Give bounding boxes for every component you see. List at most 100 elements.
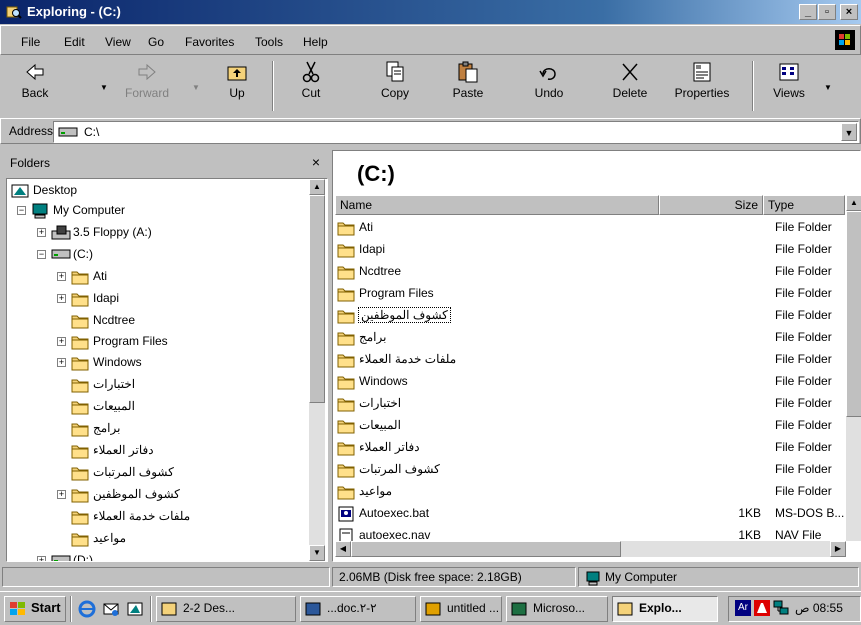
scroll-up-button[interactable]: ▲ — [846, 195, 861, 211]
keyboard-language-icon[interactable]: Ar — [735, 600, 751, 616]
list-item[interactable]: كشوف المرتبات File Folder — [335, 459, 845, 481]
menu-file[interactable]: File — [21, 35, 40, 49]
copy-button[interactable]: Copy — [370, 57, 420, 115]
column-name[interactable]: Name — [335, 195, 659, 215]
tree-expander[interactable]: + — [57, 294, 66, 303]
ati-icon[interactable] — [754, 600, 770, 616]
column-type[interactable]: Type — [763, 195, 845, 215]
tree-node[interactable]: اختبارات — [7, 375, 307, 395]
row-name: كشوف المرتبات — [359, 462, 440, 476]
row-icon — [337, 462, 355, 481]
folder-icon — [337, 398, 355, 412]
scroll-up-button[interactable]: ▲ — [309, 179, 325, 195]
list-item[interactable]: كشوف الموظفين File Folder — [335, 305, 845, 327]
close-button[interactable]: × — [840, 4, 858, 20]
clock[interactable]: 08:55 ص — [795, 601, 843, 615]
internet-explorer-icon[interactable] — [78, 600, 96, 618]
tree-node[interactable]: − My Computer — [7, 201, 307, 221]
scroll-left-button[interactable]: ◀ — [335, 541, 351, 557]
content-title: (C:) — [357, 161, 395, 186]
tree-expander[interactable]: + — [57, 358, 66, 367]
scroll-right-button[interactable]: ▶ — [830, 541, 846, 557]
scroll-thumb[interactable] — [846, 211, 861, 417]
content-vertical-scrollbar[interactable]: ▲ — [846, 195, 861, 541]
menu-view[interactable]: View — [105, 35, 131, 49]
list-item[interactable]: Idapi File Folder — [335, 239, 845, 261]
tree-node[interactable]: برامج — [7, 419, 307, 439]
paste-button[interactable]: Paste — [443, 57, 493, 115]
scroll-down-button[interactable]: ▼ — [309, 545, 325, 561]
start-button[interactable]: Start — [4, 596, 66, 622]
taskbar-button[interactable]: ...doc.٢-٢ — [300, 596, 416, 622]
maximize-button[interactable]: ▫ — [818, 4, 836, 20]
menu-help[interactable]: Help — [303, 35, 328, 49]
tree-node[interactable]: + Ati — [7, 267, 307, 287]
tree-expander[interactable]: + — [57, 272, 66, 281]
tree-expander[interactable]: + — [57, 337, 66, 346]
show-desktop-icon[interactable] — [126, 600, 144, 618]
scroll-thumb[interactable] — [309, 195, 325, 403]
minimize-button[interactable]: _ — [799, 4, 817, 20]
delete-button[interactable]: Delete — [604, 57, 656, 115]
tree-expander[interactable]: + — [37, 556, 46, 561]
column-size[interactable]: Size — [659, 195, 763, 215]
tree-node[interactable]: +3.5 Floppy (A:) — [7, 223, 307, 243]
list-item[interactable]: Program Files File Folder — [335, 283, 845, 305]
outlook-express-icon[interactable] — [102, 600, 120, 618]
tree-node[interactable]: − (C:) — [7, 245, 307, 265]
address-input[interactable]: C:\ ▼ — [53, 121, 859, 143]
back-button[interactable]: Back — [10, 57, 60, 115]
taskbar-button[interactable]: untitled ... — [420, 596, 502, 622]
taskbar-button[interactable]: 2-2 Des... — [156, 596, 296, 622]
tree-expander[interactable]: + — [37, 228, 46, 237]
tree-node[interactable]: Desktop — [7, 181, 307, 201]
tree-node[interactable]: + Windows — [7, 353, 307, 373]
list-item[interactable]: برامج File Folder — [335, 327, 845, 349]
list-item[interactable]: Autoexec.bat 1KB MS-DOS B... — [335, 503, 845, 525]
list-item[interactable]: دفاتر العملاء File Folder — [335, 437, 845, 459]
address-dropdown-button[interactable]: ▼ — [841, 123, 857, 141]
tree-node[interactable]: ملفات خدمة العملاء — [7, 507, 307, 527]
content-horizontal-scrollbar[interactable]: ◀ ▶ — [335, 541, 846, 557]
list-item[interactable]: مواعيد File Folder — [335, 481, 845, 503]
forward-dropdown-icon[interactable]: ▼ — [192, 83, 200, 92]
tree-node[interactable]: كشوف المرتبات — [7, 463, 307, 483]
back-dropdown-icon[interactable]: ▼ — [100, 83, 108, 92]
list-item[interactable]: المبيعات File Folder — [335, 415, 845, 437]
views-dropdown-icon[interactable]: ▼ — [824, 83, 832, 92]
cut-button[interactable]: Cut — [286, 57, 336, 115]
tree-node[interactable]: دفاتر العملاء — [7, 441, 307, 461]
properties-button[interactable]: Properties — [666, 57, 738, 115]
folders-close-button[interactable]: × — [312, 154, 320, 170]
cut-label: Cut — [301, 86, 321, 100]
list-item[interactable]: ملفات خدمة العملاء File Folder — [335, 349, 845, 371]
tree-node[interactable]: + (D:) — [7, 551, 307, 561]
menu-go[interactable]: Go — [148, 35, 164, 49]
menu-favorites[interactable]: Favorites — [185, 35, 234, 49]
tree-expander[interactable]: + — [57, 490, 66, 499]
tree-node[interactable]: + Idapi — [7, 289, 307, 309]
menu-tools[interactable]: Tools — [255, 35, 283, 49]
taskbar-button[interactable]: Explo... — [612, 596, 718, 622]
undo-button[interactable]: Undo — [524, 57, 574, 115]
tree-expander[interactable]: − — [37, 250, 46, 259]
list-item[interactable]: Ati File Folder — [335, 217, 845, 239]
menu-edit[interactable]: Edit — [64, 35, 85, 49]
up-button[interactable]: Up — [212, 57, 262, 115]
hscroll-thumb[interactable] — [351, 541, 621, 557]
tree-node[interactable]: + كشوف الموظفين — [7, 485, 307, 505]
taskbar-button[interactable]: Microso... — [506, 596, 608, 622]
list-item[interactable]: Windows File Folder — [335, 371, 845, 393]
list-item[interactable]: Ncdtree File Folder — [335, 261, 845, 283]
tree-node[interactable]: مواعيد — [7, 529, 307, 549]
views-button[interactable]: Views — [764, 57, 814, 115]
forward-button[interactable]: Forward — [116, 57, 178, 115]
paste-label: Paste — [452, 86, 484, 100]
tree-vertical-scrollbar[interactable]: ▲ ▼ — [309, 179, 325, 561]
tree-node[interactable]: Ncdtree — [7, 311, 307, 331]
tree-expander[interactable]: − — [17, 206, 26, 215]
tree-node[interactable]: + Program Files — [7, 332, 307, 352]
tree-node[interactable]: المبيعات — [7, 397, 307, 417]
network-icon[interactable] — [773, 600, 789, 616]
list-item[interactable]: اختبارات File Folder — [335, 393, 845, 415]
